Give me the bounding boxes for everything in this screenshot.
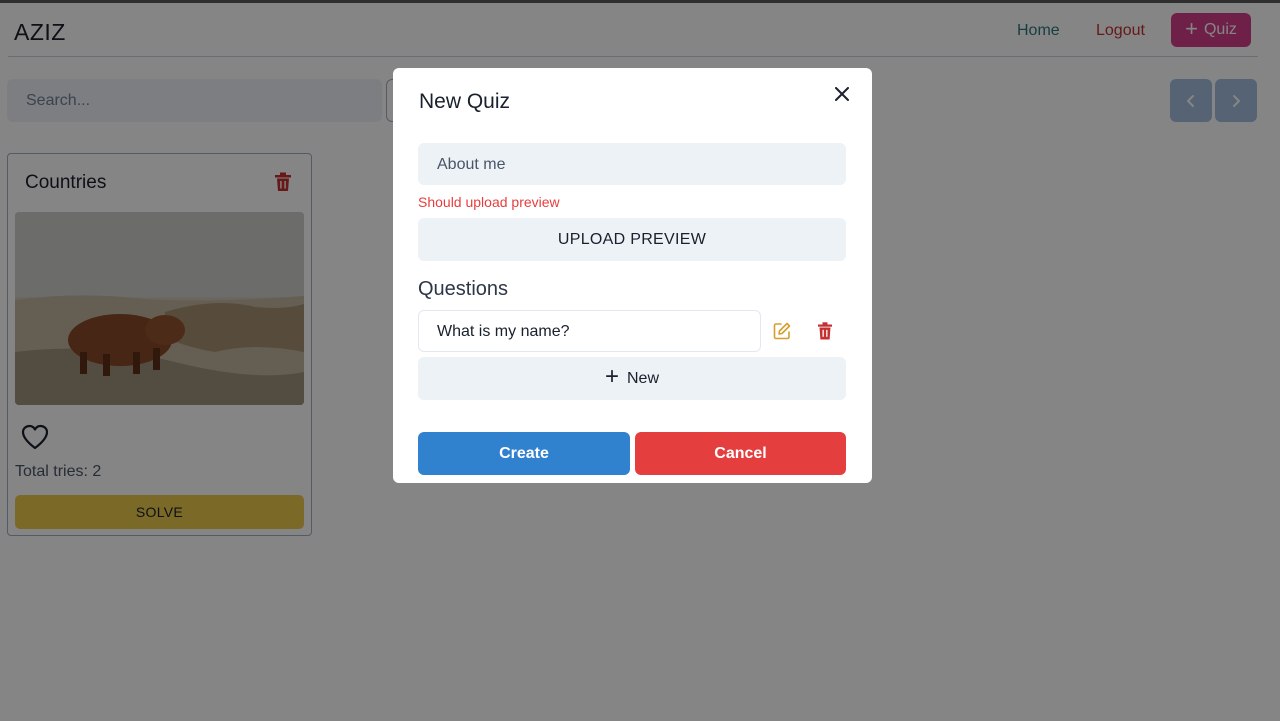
trash-icon[interactable] [817,322,833,340]
add-question-button[interactable]: + New [418,357,846,400]
edit-icon[interactable] [773,322,791,340]
add-question-label: New [627,369,660,387]
upload-preview-button[interactable]: UPLOAD PREVIEW [418,218,846,261]
plus-icon: + [604,363,619,390]
close-button[interactable] [830,82,854,106]
create-button[interactable]: Create [418,432,630,475]
close-icon [835,87,849,101]
error-message: Should upload preview [418,194,560,210]
question-field[interactable]: What is my name? [418,310,761,352]
cancel-button[interactable]: Cancel [635,432,846,475]
modal-title: New Quiz [419,90,511,113]
quiz-name-input[interactable]: About me [418,143,846,185]
new-quiz-modal: New Quiz About me Should upload preview … [393,68,872,483]
questions-heading: Questions [418,278,509,300]
